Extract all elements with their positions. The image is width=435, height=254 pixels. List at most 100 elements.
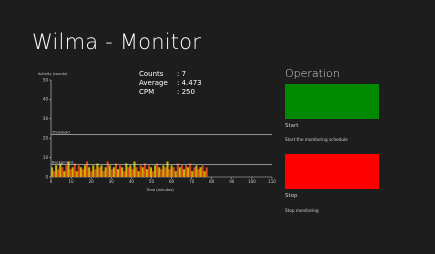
x-tick-label: 30 — [109, 179, 115, 184]
y-tick-label: 50 — [43, 77, 49, 82]
series-bar — [114, 163, 117, 177]
series-bar — [166, 161, 169, 177]
series-bar — [59, 163, 62, 177]
x-tick-label: 40 — [129, 179, 135, 184]
series-bar — [88, 167, 91, 177]
series-bar — [205, 167, 208, 177]
counts-label: Counts — [139, 70, 164, 78]
series-bar — [149, 167, 153, 177]
series-bar — [170, 165, 173, 177]
series-bar — [172, 167, 175, 177]
series-bar — [182, 169, 186, 177]
stop-button[interactable] — [285, 154, 379, 189]
series-bar — [100, 165, 103, 177]
start-button[interactable] — [285, 84, 379, 119]
average-value: : 4.473 — [177, 79, 202, 87]
start-description: Start the monitoring schedule — [285, 137, 348, 142]
activity-chart: Activity (counts) 0 10 20 30 40 50 0 10 20 30 40 5… — [38, 72, 276, 192]
x-tick-label: 20 — [89, 179, 95, 184]
series-bar — [61, 167, 64, 177]
series-bar — [77, 165, 80, 177]
series-bar — [127, 167, 130, 177]
series-bar — [147, 165, 150, 177]
series-bar — [178, 167, 181, 177]
series-bar — [90, 171, 93, 177]
series-bar — [108, 165, 111, 177]
series-bar — [191, 171, 194, 177]
series-bar — [133, 161, 136, 177]
background-label: Background — [52, 160, 73, 164]
counts-value: : 7 — [177, 70, 187, 78]
series-bar — [63, 171, 66, 177]
series-bar — [187, 167, 190, 177]
cpm-value: : 250 — [177, 88, 195, 96]
series-area — [51, 161, 208, 177]
x-tick-label: 50 — [149, 179, 155, 184]
series-bar — [135, 167, 138, 177]
series-bar — [197, 169, 200, 177]
series-bar — [121, 167, 124, 177]
series-bar — [106, 161, 109, 177]
x-tick-label: 80 — [209, 179, 215, 184]
x-tick-label: 60 — [169, 179, 175, 184]
series-bar — [158, 167, 161, 177]
series-bar — [75, 171, 78, 177]
series-bar — [71, 167, 74, 177]
series-bar — [145, 169, 148, 177]
series-bar — [189, 163, 192, 177]
series-bar — [102, 171, 105, 177]
average-label: Average — [139, 79, 168, 87]
series-bar — [129, 165, 132, 177]
series-bar — [203, 171, 206, 177]
series-bar — [123, 171, 126, 177]
series-bar — [92, 165, 95, 177]
cpm-row: CPM : 250 — [139, 88, 202, 97]
series-bar — [139, 165, 142, 177]
cpm-label: CPM — [139, 88, 155, 96]
x-tick-label: 70 — [189, 179, 195, 184]
series-bar — [98, 167, 101, 177]
x-axis-label: Time (minutes) — [145, 188, 174, 192]
series-bar — [119, 165, 122, 177]
series-bar — [73, 163, 76, 177]
series-bar — [51, 167, 54, 177]
x-tick-label: 0 — [50, 179, 53, 184]
series-bar — [137, 171, 140, 177]
series-bar — [185, 165, 188, 177]
series-bar — [55, 165, 58, 177]
series-bar — [154, 165, 157, 177]
stop-description: Stop monitoring — [285, 208, 319, 213]
series-bar — [53, 171, 56, 177]
counts-row: Counts : 7 — [139, 70, 202, 79]
series-bar — [160, 169, 163, 177]
series-bar — [180, 165, 183, 177]
series-bar — [81, 169, 84, 177]
x-tick-label: 110 — [268, 179, 276, 184]
series-bar — [79, 167, 82, 177]
series-bar — [195, 165, 198, 177]
start-label: Start — [285, 123, 299, 129]
series-bar — [164, 167, 167, 177]
stats-panel: Counts : 7 Average : 4.473 CPM : 250 — [139, 70, 202, 97]
operation-heading: Operation — [285, 67, 340, 80]
series-bar — [83, 165, 87, 177]
series-bar — [143, 163, 146, 177]
series-bar — [110, 169, 113, 177]
series-bar — [168, 169, 171, 177]
x-axis-ticks: 0 10 20 30 40 50 60 70 80 90 100 110 — [50, 177, 276, 184]
series-bar — [176, 163, 179, 177]
series-bar — [125, 163, 128, 177]
stop-label: Stop — [285, 193, 298, 199]
series-bar — [69, 169, 72, 177]
series-bar — [162, 165, 165, 177]
y-axis-ticks: 0 10 20 30 40 50 — [43, 77, 51, 179]
series-bar — [112, 167, 115, 177]
series-bar — [86, 161, 89, 177]
x-tick-label: 90 — [229, 179, 235, 184]
y-tick-label: 10 — [43, 155, 49, 160]
series-bar — [174, 171, 177, 177]
y-tick-label: 20 — [43, 136, 49, 141]
series-bar — [65, 165, 68, 177]
series-bar — [116, 169, 120, 177]
y-tick-label: 0 — [45, 174, 48, 179]
